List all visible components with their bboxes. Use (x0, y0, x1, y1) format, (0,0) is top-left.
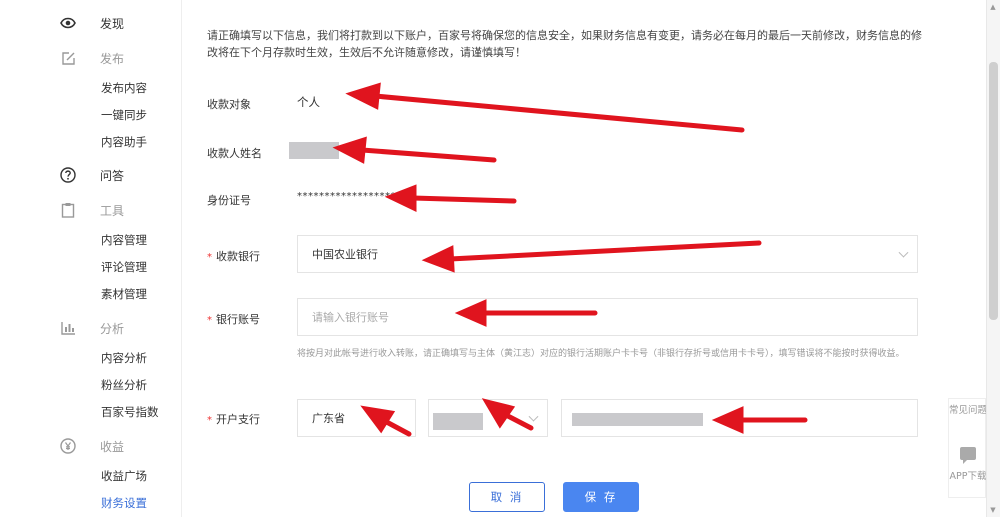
sidebar-item-baijiahao-index[interactable]: 百家号指数 (101, 403, 159, 421)
finance-settings-form: 请正确填写以下信息，我们将打款到以下账户，百家号将确保您的信息安全，如果财务信息… (182, 0, 982, 517)
clipboard-icon (60, 202, 76, 218)
sidebar: 发现 发布 发布内容 一键同步 内容助手 问答 工具 内容管理 评论管理 素材管… (0, 0, 182, 517)
save-button[interactable]: 保 存 (563, 482, 639, 512)
branch-label-text: 开户支行 (216, 413, 260, 426)
scroll-down-arrow-icon[interactable]: ▼ (988, 505, 998, 515)
account-input-placeholder: 请输入银行账号 (312, 311, 389, 324)
sidebar-section-label: 发布 (100, 51, 125, 66)
sidebar-section-tools: 工具 (61, 200, 125, 220)
sidebar-section-analysis: 分析 (60, 318, 125, 338)
city-select[interactable] (428, 399, 548, 437)
branch-label: * 开户支行 (207, 411, 260, 427)
sidebar-section-label: 收益 (100, 439, 125, 454)
bank-select-value: 中国农业银行 (312, 248, 378, 261)
sidebar-item-comment-management[interactable]: 评论管理 (101, 258, 147, 276)
edit-icon (60, 50, 76, 66)
account-label: * 银行账号 (207, 311, 260, 327)
required-mark: * (207, 415, 212, 426)
sidebar-item-finance-settings[interactable]: 财务设置 (101, 494, 147, 512)
sidebar-section-label: 发现 (100, 16, 125, 31)
faq-link[interactable]: 常见问题 (949, 405, 987, 417)
id-number-value: ****************** (297, 191, 396, 202)
bank-label-text: 收款银行 (216, 250, 260, 263)
cancel-button[interactable]: 取 消 (469, 482, 545, 512)
payee-name-label: 收款人姓名 (207, 147, 262, 160)
sidebar-section-discover[interactable]: 发现 (60, 13, 125, 33)
scroll-up-arrow-icon[interactable]: ▲ (988, 2, 998, 12)
sidebar-section-label: 问答 (100, 168, 125, 183)
yen-icon (60, 438, 76, 454)
sidebar-item-publish-content[interactable]: 发布内容 (101, 79, 147, 97)
province-select-value: 广东省 (312, 412, 345, 425)
notice-text: 请正确填写以下信息，我们将打款到以下账户，百家号将确保您的信息安全，如果财务信息… (207, 29, 922, 59)
scrollbar-thumb[interactable] (989, 62, 998, 320)
sidebar-item-fans-analysis[interactable]: 粉丝分析 (101, 376, 147, 394)
sidebar-section-income: 收益 (60, 436, 125, 456)
app-download-link[interactable]: APP下载 (949, 471, 987, 483)
bar-chart-icon (60, 320, 76, 336)
sidebar-section-qa[interactable]: 问答 (60, 165, 125, 185)
sidebar-item-content-assistant[interactable]: 内容助手 (101, 133, 147, 151)
sidebar-item-one-click-sync[interactable]: 一键同步 (101, 106, 147, 124)
sidebar-item-content-analysis[interactable]: 内容分析 (101, 349, 147, 367)
id-number-label: 身份证号 (207, 194, 251, 207)
eye-icon (60, 15, 76, 31)
bank-label: * 收款银行 (207, 248, 260, 264)
chat-icon[interactable] (960, 447, 976, 464)
city-redacted (433, 413, 483, 430)
floating-helper: 常见问题 APP下载 (948, 398, 987, 498)
account-hint: 将按月对此帐号进行收入转账，请正确填写与主体（黄江志）对应的银行活期账户卡卡号（… (297, 349, 905, 359)
branch-redacted (572, 413, 703, 426)
payee-type-label: 收款对象 (207, 98, 251, 111)
account-input[interactable]: 请输入银行账号 (297, 298, 918, 336)
sidebar-item-income-plaza[interactable]: 收益广场 (101, 467, 147, 485)
payee-type-value: 个人 (297, 95, 320, 109)
branch-select[interactable] (561, 399, 918, 437)
bank-select[interactable]: 中国农业银行 (297, 235, 918, 273)
sidebar-section-publish: 发布 (61, 48, 125, 68)
province-select[interactable]: 广东省 (297, 399, 416, 437)
payee-name-redacted (289, 142, 339, 159)
sidebar-section-label: 分析 (100, 321, 125, 336)
chevron-down-icon (528, 411, 539, 422)
sidebar-item-material-management[interactable]: 素材管理 (101, 285, 147, 303)
chevron-down-icon (898, 247, 909, 258)
question-icon (60, 167, 76, 183)
account-label-text: 银行账号 (216, 313, 260, 326)
required-mark: * (207, 315, 212, 326)
sidebar-section-label: 工具 (100, 203, 125, 218)
required-mark: * (207, 252, 212, 263)
sidebar-item-content-management[interactable]: 内容管理 (101, 231, 147, 249)
